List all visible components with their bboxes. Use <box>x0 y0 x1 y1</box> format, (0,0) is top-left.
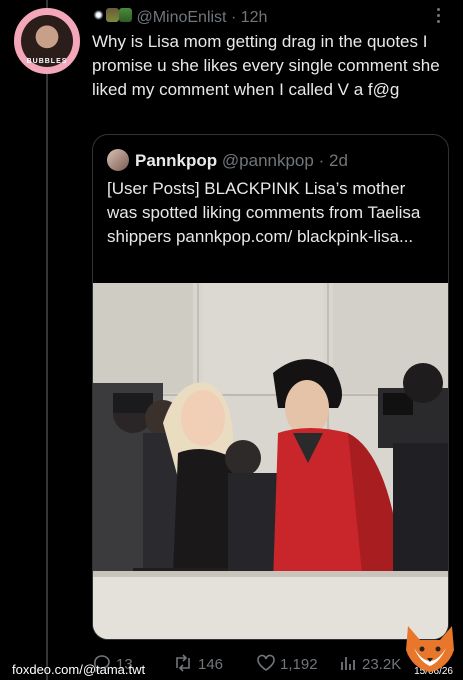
watermark-text: foxdeo.com/@tama.twt <box>12 662 146 677</box>
more-icon[interactable] <box>437 8 441 24</box>
quoted-post-text: [User Posts] BLACKPINK Lisa’s mother was… <box>107 179 421 246</box>
quoted-post[interactable]: Pannkpop @pannkpop · 2d [User Posts] BLA… <box>92 134 449 640</box>
avatar[interactable]: BUBBLES <box>14 8 80 74</box>
like-count: 1,192 <box>280 656 318 673</box>
views-count: 23.2K <box>362 656 402 673</box>
quoted-author-handle: @pannkpop <box>221 151 314 170</box>
like-action[interactable]: 1,192 <box>256 653 318 675</box>
repost-action[interactable]: 146 <box>172 653 223 675</box>
quoted-separator-dot: · <box>318 151 325 170</box>
post-time[interactable]: 12h <box>241 9 268 26</box>
views-icon <box>341 657 355 670</box>
name-emoji-icons <box>92 8 132 24</box>
quoted-avatar[interactable] <box>107 149 129 171</box>
tweet-header: @MinoEnlist · 12h <box>92 8 443 28</box>
author-handle[interactable]: @MinoEnlist <box>136 9 226 26</box>
photo-illustration <box>93 283 448 639</box>
quoted-post-time: 2d <box>329 151 348 170</box>
thread-line <box>46 0 48 680</box>
views-action[interactable]: 23.2K <box>338 653 401 675</box>
quoted-post-header: Pannkpop @pannkpop · 2d <box>107 149 348 171</box>
tweet-text: Why is Lisa mom getting drag in the quot… <box>92 32 440 99</box>
quoted-post-photo[interactable] <box>93 283 448 639</box>
repost-count: 146 <box>198 656 224 673</box>
repost-icon <box>176 654 190 672</box>
like-icon <box>257 654 275 671</box>
avatar-ring-text: BUBBLES <box>26 58 68 65</box>
separator-dot: · <box>230 9 237 26</box>
fox-logo <box>406 626 454 672</box>
quoted-author-name[interactable]: Pannkpop <box>135 151 217 170</box>
